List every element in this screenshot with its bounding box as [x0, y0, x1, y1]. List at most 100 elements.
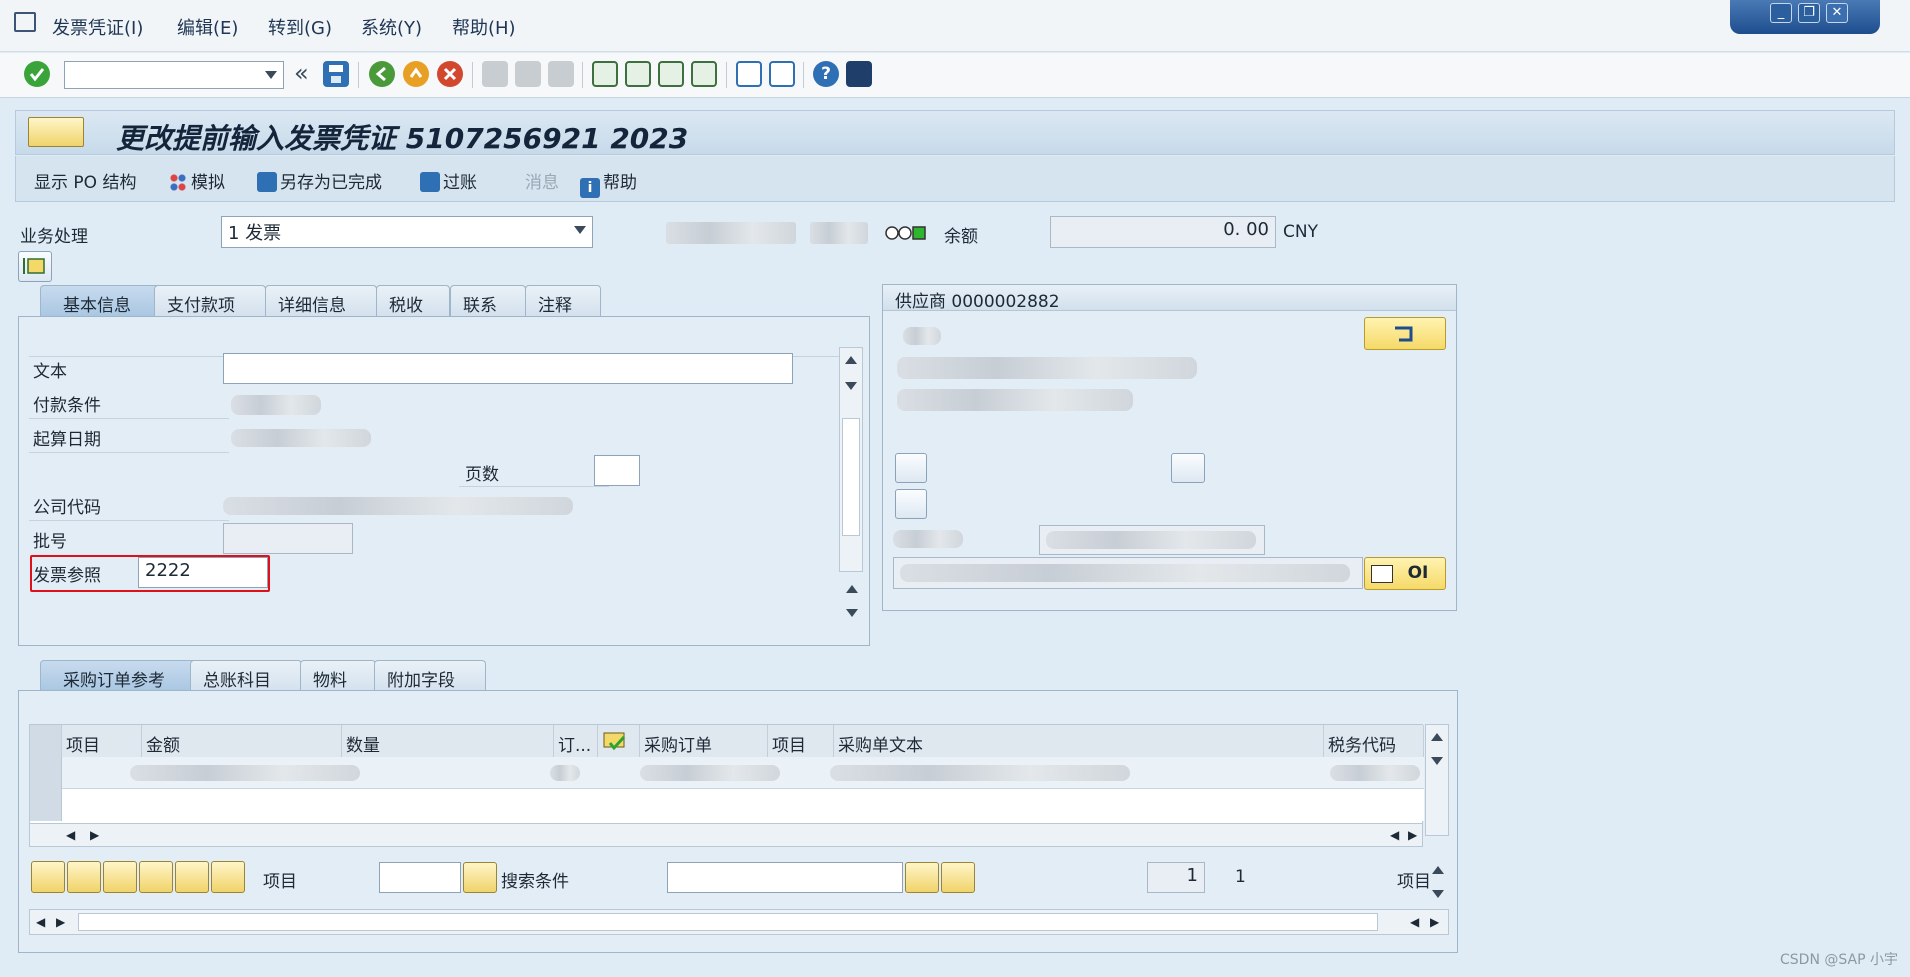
row-selector[interactable] — [30, 789, 62, 821]
simulate-button[interactable]: 模拟 — [168, 168, 225, 193]
select-all-column[interactable] — [30, 725, 62, 757]
scroll-down-icon[interactable] — [1431, 757, 1443, 765]
menu-edit[interactable]: 编辑(E) — [177, 14, 238, 40]
exit-icon[interactable] — [403, 61, 429, 87]
spiral-icon[interactable] — [139, 861, 173, 893]
column-order-unit[interactable]: 订... — [554, 725, 598, 757]
save-icon[interactable] — [323, 61, 349, 87]
scroll-left-icon[interactable]: ◀ — [66, 828, 75, 842]
table-vscroll[interactable] — [1425, 724, 1449, 836]
scroll-up-icon[interactable] — [846, 585, 858, 593]
edit-row-icon[interactable] — [67, 861, 101, 893]
new-session-icon[interactable] — [736, 61, 762, 87]
minimize-icon[interactable]: _ — [1770, 3, 1792, 23]
scroll-up-icon[interactable] — [1431, 733, 1443, 741]
post-button[interactable]: 过账 — [420, 168, 477, 193]
item-input[interactable] — [379, 862, 461, 893]
scroll-thumb[interactable] — [842, 418, 860, 536]
menu-system[interactable]: 系统(Y) — [361, 14, 422, 40]
enter-check-icon[interactable] — [24, 61, 50, 87]
column-po-item[interactable]: 项目 — [768, 725, 834, 757]
pages-input[interactable] — [594, 455, 640, 486]
binoculars-icon[interactable] — [905, 862, 939, 893]
search-input[interactable] — [667, 862, 903, 893]
scroll-down-icon[interactable] — [846, 609, 858, 617]
restore-icon[interactable]: ❐ — [1798, 3, 1820, 23]
column-tax-code[interactable]: 税务代码 — [1324, 725, 1424, 757]
row-selector[interactable] — [30, 757, 62, 789]
tab-additional-fields[interactable]: 附加字段 — [374, 660, 486, 692]
menu-goto[interactable]: 转到(G) — [268, 14, 332, 40]
tree-toggle-icon[interactable] — [18, 251, 52, 282]
shortcut-icon[interactable] — [769, 61, 795, 87]
sort-icon[interactable] — [175, 861, 209, 893]
tab-details[interactable]: 详细信息 — [265, 285, 377, 317]
scroll-right-icon[interactable]: ▶ — [1408, 828, 1417, 842]
expand-toolbar-icon[interactable]: « — [294, 59, 309, 87]
scroll-down-icon[interactable] — [1432, 890, 1444, 898]
scroll-up-icon[interactable] — [1432, 866, 1444, 874]
next-page-icon[interactable] — [658, 61, 684, 87]
open-items-button[interactable]: OI — [1364, 557, 1446, 590]
tab-tax[interactable]: 税收 — [376, 285, 450, 317]
scroll-left-icon[interactable]: ◀ — [1390, 828, 1399, 842]
chevron-down-icon[interactable] — [265, 71, 277, 79]
previous-page-icon[interactable] — [625, 61, 651, 87]
menu-help[interactable]: 帮助(H) — [452, 14, 516, 40]
address-book-icon[interactable] — [895, 453, 927, 483]
panel-hscroll[interactable]: ◀ ▶ ◀ ▶ — [29, 909, 1449, 935]
scroll-right-icon[interactable]: ▶ — [56, 915, 65, 929]
scroll-thumb[interactable] — [78, 913, 1378, 931]
column-quantity[interactable]: 数量 — [342, 725, 554, 757]
goto-item-icon[interactable] — [463, 862, 497, 893]
batch-input[interactable] — [223, 523, 353, 554]
scroll-up-icon[interactable] — [845, 356, 857, 364]
details-icon[interactable] — [31, 861, 65, 893]
panel-scrollbar[interactable] — [839, 347, 863, 572]
help-button[interactable]: i 帮助 — [580, 168, 637, 198]
tab-notes[interactable]: 注释 — [525, 285, 601, 317]
layout-icon[interactable] — [846, 61, 872, 87]
printer-icon[interactable] — [1171, 453, 1205, 483]
command-field[interactable] — [64, 61, 284, 89]
scroll-down-icon[interactable] — [845, 382, 857, 390]
chevron-down-icon[interactable] — [574, 226, 586, 234]
first-page-icon[interactable] — [592, 61, 618, 87]
menu-invoice-document[interactable]: 发票凭证(I) — [52, 14, 143, 40]
text-input[interactable] — [223, 353, 793, 384]
tab-contact[interactable]: 联系 — [450, 285, 526, 317]
help-icon[interactable]: ? — [813, 61, 839, 87]
refresh-icon[interactable] — [103, 861, 137, 893]
display-po-structure-button[interactable]: 显示 PO 结构 — [34, 168, 136, 193]
back-icon[interactable] — [369, 61, 395, 87]
save-as-complete-button[interactable]: 另存为已完成 — [257, 168, 382, 193]
column-item[interactable]: 项目 — [62, 725, 142, 757]
scroll-left-icon[interactable]: ◀ — [36, 915, 45, 929]
scroll-right-icon[interactable]: ▶ — [1430, 915, 1439, 929]
close-icon[interactable]: ✕ — [1826, 3, 1848, 23]
column-confirm-icon[interactable] — [598, 725, 640, 757]
scroll-right-icon[interactable]: ▶ — [90, 828, 99, 842]
table-row[interactable] — [30, 757, 1424, 789]
cancel-icon[interactable] — [437, 61, 463, 87]
tab-gl-account[interactable]: 总账科目 — [190, 660, 302, 692]
tab-material[interactable]: 物料 — [300, 660, 376, 692]
last-page-icon[interactable] — [691, 61, 717, 87]
column-purchase-order[interactable]: 采购订单 — [640, 725, 768, 757]
search-next-icon[interactable] — [941, 862, 975, 893]
fax-icon[interactable] — [895, 489, 927, 519]
table-row[interactable] — [30, 789, 1424, 821]
tab-po-reference[interactable]: 采购订单参考 — [40, 660, 208, 692]
column-amount[interactable]: 金额 — [142, 725, 342, 757]
scroll-left-icon[interactable]: ◀ — [1410, 915, 1419, 929]
tab-basic-info[interactable]: 基本信息 — [40, 285, 172, 317]
tab-payment[interactable]: 支付款项 — [154, 285, 266, 317]
table-hscroll[interactable]: ◀ ▶ ◀ ▶ — [29, 823, 1423, 847]
vendor-change-icon[interactable] — [1364, 317, 1446, 350]
transaction-select[interactable]: 1 发票 — [221, 216, 593, 248]
title-bar: 更改提前输入发票凭证 5107256921 2023 — [15, 110, 1895, 155]
column-po-text[interactable]: 采购单文本 — [834, 725, 1324, 757]
app-menu-icon[interactable] — [14, 12, 36, 32]
menu-dropdown-icon[interactable] — [28, 117, 84, 147]
filter-icon[interactable] — [211, 861, 245, 893]
